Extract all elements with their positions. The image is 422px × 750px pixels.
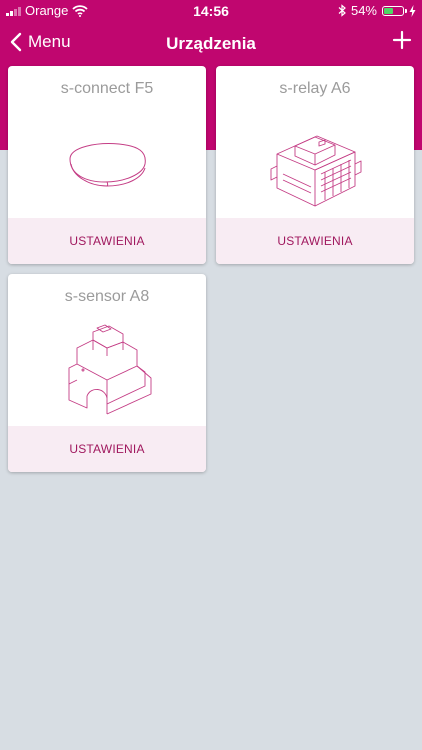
add-device-button[interactable] <box>392 30 412 55</box>
device-name: s-connect F5 <box>60 80 154 97</box>
settings-label: USTAWIENIA <box>69 234 145 248</box>
settings-button[interactable]: USTAWIENIA <box>8 426 206 472</box>
device-card[interactable]: s-sensor A8 USTAWIENIA <box>8 274 206 472</box>
settings-label: USTAWIENIA <box>69 442 145 456</box>
device-card[interactable]: s-relay A6 USTAWIENIA <box>216 66 414 264</box>
page-title: Urządzenia <box>166 34 256 53</box>
battery-percent: 54% <box>350 3 377 18</box>
settings-button[interactable]: USTAWIENIA <box>8 218 206 264</box>
hub-device-image <box>69 143 146 187</box>
device-name: s-relay A6 <box>279 80 351 97</box>
relay-device-image <box>270 135 362 207</box>
status-right: 54% <box>338 3 416 18</box>
sensor-device-image <box>68 324 152 415</box>
battery-fill <box>384 7 394 14</box>
device-card[interactable]: s-connect F5 USTAWIENIA <box>8 66 206 264</box>
status-bar: Orange 14:56 54% <box>0 0 422 22</box>
device-name: s-sensor A8 <box>64 288 150 305</box>
charging-icon <box>409 4 416 17</box>
bluetooth-icon <box>338 4 346 17</box>
navigation-bar: Menu Urządzenia <box>0 22 422 66</box>
settings-button[interactable]: USTAWIENIA <box>216 218 414 264</box>
battery-icon <box>382 5 407 16</box>
settings-label: USTAWIENIA <box>277 234 353 248</box>
plus-icon <box>392 30 412 50</box>
